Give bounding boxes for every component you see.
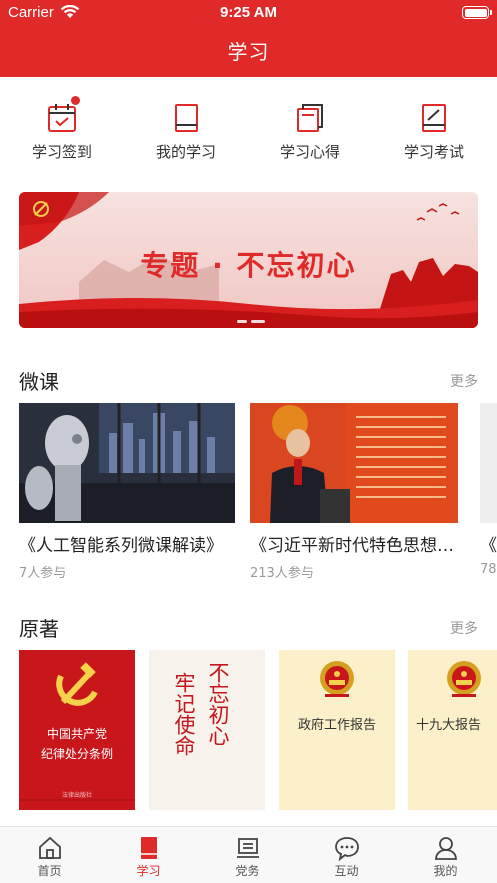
participant-count: 7人参与 [19, 566, 67, 581]
tab-label: 学习 [136, 864, 161, 878]
notification-dot [71, 96, 80, 105]
quick-action-notes[interactable]: 学习心得 [248, 96, 372, 162]
book-cover[interactable]: 不忘初心 牢记使命 [149, 650, 265, 810]
quick-action-label: 学习考试 [403, 143, 464, 161]
book-cover-title: 中国共产党 [46, 727, 107, 741]
battery-icon [462, 6, 492, 19]
tab-label: 首页 [37, 864, 62, 878]
section-header-micro-course: 微课 更多 [19, 366, 478, 396]
course-thumbnail [19, 403, 235, 523]
banner-title: 专题 · 不忘初心 [140, 249, 357, 282]
carousel-dot-active[interactable] [251, 320, 265, 323]
quick-actions: 学习签到 我的学习 学习心得 学习考试 [0, 96, 497, 166]
book-cover[interactable]: 中国共产党 纪律处分条例 法律出版社 [19, 650, 135, 810]
quick-action-label: 我的学习 [155, 143, 216, 161]
course-thumbnail [250, 403, 458, 523]
page-title: 学习 [227, 40, 270, 64]
book-cover-title: 政府工作报告 [297, 718, 376, 733]
course-title: 《 [480, 536, 497, 556]
course-thumbnail [480, 403, 497, 523]
carousel-dot[interactable] [237, 320, 247, 323]
book-icon [140, 837, 157, 859]
book-cover-title: 十九大报告 [416, 718, 482, 733]
app-screen: Carrier 9:25 AM 学习 学习签到 我的学习 学习心得 学习考试 专… [0, 0, 497, 883]
national-emblem-icon [320, 661, 354, 697]
tab-study[interactable]: 学习 [99, 827, 198, 883]
hammer-sickle-icon [56, 662, 98, 706]
participant-count: 78 [480, 562, 497, 577]
more-link[interactable]: 更多 [450, 371, 478, 391]
tab-interaction[interactable]: 互动 [297, 827, 396, 883]
header-bar: Carrier 9:25 AM 学习 [0, 0, 497, 77]
course-title: 《习近平新时代特色思想解读》 [250, 536, 458, 556]
quick-action-label: 学习心得 [279, 143, 340, 161]
book-cover-title: 纪律处分条例 [40, 747, 113, 761]
clock-label: 9:25 AM [220, 4, 277, 21]
course-card[interactable]: 《习近平新时代特色思想解读》 213人参与 [250, 403, 458, 581]
national-emblem-icon [447, 661, 481, 697]
course-title: 《人工智能系列微课解读》 [19, 536, 223, 556]
quick-action-my-study[interactable]: 我的学习 [124, 96, 248, 162]
tab-label: 互动 [334, 864, 359, 878]
book-cover-title: 不忘初心 [206, 662, 230, 746]
book-cover[interactable]: 政府工作报告 [279, 650, 395, 810]
participant-count: 213人参与 [250, 566, 314, 581]
section-title: 微课 [19, 370, 59, 394]
section-title: 原著 [19, 617, 59, 641]
tab-label: 我的 [433, 864, 458, 878]
home-icon [38, 836, 61, 859]
promo-banner[interactable]: 专题 · 不忘初心 [19, 192, 478, 328]
person-icon [434, 837, 457, 860]
building-icon [236, 838, 259, 858]
section-header-originals: 原著 更多 [19, 613, 478, 643]
chat-bubble-icon [334, 837, 359, 861]
quick-action-label: 学习签到 [31, 143, 92, 161]
tab-home[interactable]: 首页 [0, 827, 99, 883]
course-card[interactable]: 《人工智能系列微课解读》 7人参与 [19, 403, 235, 581]
quick-action-checkin[interactable]: 学习签到 [0, 96, 124, 162]
tab-label: 党务 [235, 864, 260, 878]
book-publisher: 法律出版社 [61, 792, 92, 799]
tab-me[interactable]: 我的 [396, 827, 495, 883]
tab-party-affairs[interactable]: 党务 [198, 827, 297, 883]
status-bar: Carrier 9:25 AM [0, 0, 497, 26]
book-cover-title: 牢记使命 [172, 672, 196, 756]
book-cover[interactable]: 十九大报告 [408, 650, 497, 810]
quick-action-exam[interactable]: 学习考试 [372, 96, 496, 162]
exam-icon [422, 104, 446, 132]
tab-bar: 首页 学习 党务 互动 我的 [0, 826, 497, 883]
course-card-partial[interactable]: 《 78 [480, 403, 497, 577]
calendar-check-icon [48, 104, 76, 132]
notes-icon [297, 104, 323, 132]
book-icon [175, 104, 198, 132]
more-link[interactable]: 更多 [450, 618, 478, 638]
